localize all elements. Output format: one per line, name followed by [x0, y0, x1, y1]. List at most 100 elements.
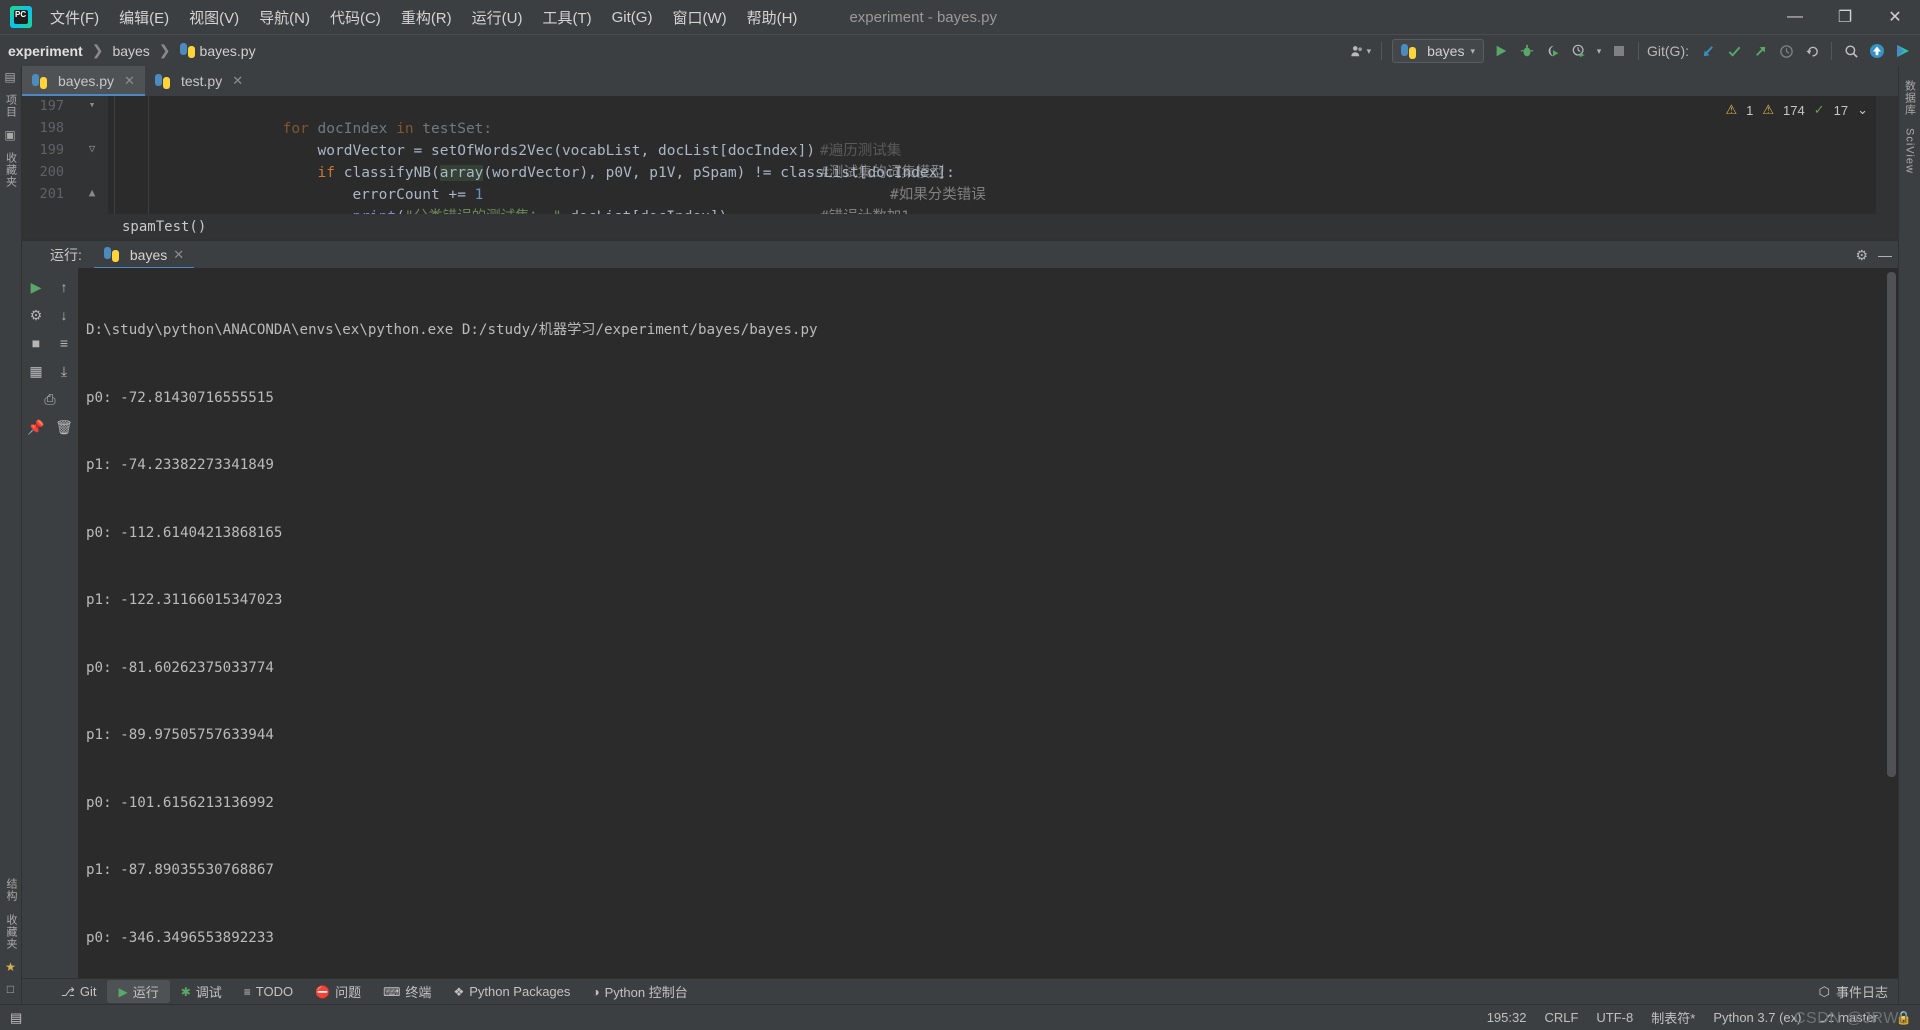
bottom-tab-run[interactable]: ▶ 运行 [107, 980, 170, 1003]
editor-markup-bar[interactable] [1876, 96, 1898, 214]
project-view-icon[interactable]: ▤ [4, 66, 16, 88]
menu-edit[interactable]: 编辑(E) [109, 3, 179, 32]
run-tab-bayes-label: bayes [129, 246, 168, 263]
print-button[interactable]: ⎙ [37, 386, 63, 412]
menu-tools[interactable]: 工具(T) [532, 3, 601, 32]
console-scrollbar[interactable] [1887, 272, 1896, 974]
git-rollback-icon[interactable] [1799, 38, 1825, 64]
soft-wrap-button[interactable]: ≡ [51, 330, 77, 356]
weak-warning-icon: ⚠ [1762, 102, 1775, 117]
file-encoding[interactable]: UTF-8 [1596, 1010, 1633, 1025]
console-scrollbar-thumb[interactable] [1887, 272, 1896, 777]
menu-view[interactable]: 视图(V) [179, 3, 249, 32]
git-history-icon[interactable] [1773, 38, 1799, 64]
bottom-tab-todo[interactable]: ≡ TODO [233, 982, 304, 1001]
scroll-up-button[interactable]: ↑ [51, 274, 77, 300]
line-number: 199 [39, 142, 64, 158]
run-configuration-selector[interactable]: bayes ▾ [1392, 39, 1484, 63]
code-token: "分类错误的测试集： " [405, 209, 562, 214]
line-separator[interactable]: CRLF [1544, 1010, 1578, 1025]
ai-assistant-icon[interactable] [1890, 38, 1916, 64]
editor-tab-test-py[interactable]: test.py ✕ [145, 66, 253, 96]
fold-marker-icon[interactable]: ▽ [86, 142, 98, 155]
code-token: ( [396, 209, 405, 214]
fold-marker-icon[interactable]: ▾ [86, 98, 98, 111]
center-column: bayes.py ✕ test.py ✕ 197 198 199 200 201 [22, 66, 1898, 1004]
sidebar-item-structure[interactable]: 结构 [3, 872, 19, 908]
breadcrumb-bayes[interactable]: bayes [112, 43, 149, 59]
settings-button[interactable]: ⚙ [23, 302, 49, 328]
sidebar-item-database[interactable]: 数据库 [1902, 74, 1918, 122]
pin-button[interactable]: 📌 [23, 414, 49, 440]
menu-window[interactable]: 窗口(W) [662, 3, 736, 32]
indent-setting[interactable]: 制表符* [1651, 1008, 1695, 1027]
chevron-down-icon[interactable]: ⌄ [1857, 102, 1868, 118]
star-icon[interactable]: ★ [5, 956, 17, 978]
menu-run[interactable]: 运行(U) [462, 3, 533, 32]
run-console-output[interactable]: D:\study\python\ANACONDA\envs\ex\python.… [78, 268, 1898, 978]
updates-icon[interactable] [1864, 38, 1890, 64]
editor-gutter[interactable]: 197 198 199 200 201 ▾ ▽ ▲ [22, 96, 108, 214]
profile-caret-icon[interactable]: ▾ [1592, 38, 1606, 64]
git-update-icon[interactable] [1695, 38, 1721, 64]
sidebar-item-project[interactable]: 项目 [3, 88, 19, 124]
editor-tab-bayes-py[interactable]: bayes.py ✕ [22, 66, 145, 96]
profile-icon[interactable] [1566, 38, 1592, 64]
clear-all-button[interactable]: 🗑 [51, 414, 77, 440]
git-commit-icon[interactable] [1721, 38, 1747, 64]
minimize-panel-icon[interactable]: — [1878, 247, 1892, 263]
close-icon[interactable]: ✕ [232, 73, 243, 89]
scroll-down-button[interactable]: ↓ [51, 302, 77, 328]
debug-icon[interactable] [1514, 38, 1540, 64]
right-tool-strip: 数据库 SciView [1898, 66, 1920, 1004]
python-file-icon [32, 73, 47, 89]
coverage-icon[interactable] [1540, 38, 1566, 64]
sidebar-item-favorites[interactable]: 收藏夹 [3, 146, 19, 194]
minimize-button[interactable]: — [1770, 0, 1820, 34]
close-button[interactable]: ✕ [1870, 0, 1920, 34]
sidebar-item-bookmarks[interactable]: 收藏夹 [3, 908, 19, 956]
fold-marker-icon[interactable]: ▲ [86, 186, 98, 199]
run-icon[interactable] [1488, 38, 1514, 64]
menu-refactor[interactable]: 重构(R) [391, 3, 462, 32]
event-log-button[interactable]: ⬡ 事件日志 [1819, 982, 1888, 1001]
bottom-tab-python-console[interactable]: ◑ Python 控制台 [581, 980, 698, 1003]
breadcrumb-experiment[interactable]: experiment [8, 43, 83, 59]
grid-button[interactable]: ▦ [23, 358, 49, 384]
run-tab-bayes[interactable]: bayes ✕ [93, 241, 195, 269]
bottom-tab-problems[interactable]: ⛔ 问题 [304, 980, 372, 1003]
user-account-icon[interactable]: ▾ [1346, 38, 1376, 64]
caret-position[interactable]: 195:32 [1487, 1010, 1527, 1025]
menu-code[interactable]: 代码(C) [320, 3, 391, 32]
code-text-area[interactable]: for docIndex in testSet: #遍历测试集 wordVect… [108, 96, 1898, 214]
sidebar-item-sciview[interactable]: SciView [1904, 122, 1916, 180]
status-bar-menu-icon[interactable]: ▤ [10, 1008, 33, 1028]
menu-git[interactable]: Git(G) [602, 5, 663, 30]
menu-help[interactable]: 帮助(H) [737, 3, 808, 32]
search-everywhere-icon[interactable] [1838, 38, 1864, 64]
git-push-icon[interactable] [1747, 38, 1773, 64]
bottom-tab-python-packages[interactable]: ❖ Python Packages [442, 982, 581, 1001]
structure-icon[interactable]: ▣ [4, 124, 16, 146]
stop-button[interactable]: ■ [23, 330, 49, 356]
inspection-widget[interactable]: ⚠ 1 ⚠ 174 ✓ 17 ⌄ [1725, 102, 1868, 118]
bottom-tab-git[interactable]: ⎇ Git [50, 982, 107, 1001]
menu-navigate[interactable]: 导航(N) [249, 3, 320, 32]
python-file-icon [154, 73, 170, 89]
weak-warning-count: 174 [1783, 102, 1805, 118]
python-file-icon [179, 43, 195, 58]
code-editor[interactable]: 197 198 199 200 201 ▾ ▽ ▲ for docIndex i… [22, 96, 1898, 214]
python-interpreter[interactable]: Python 3.7 (ex) [1713, 1010, 1801, 1025]
maximize-button[interactable]: ❐ [1820, 0, 1870, 34]
bottom-tab-terminal[interactable]: ⌨ 终端 [372, 980, 442, 1003]
close-icon[interactable]: ✕ [124, 73, 135, 89]
gear-icon[interactable]: ⚙ [1855, 247, 1868, 264]
terminal-strip-icon[interactable]: □ [7, 978, 15, 1000]
scroll-to-end-button[interactable]: ⤓ [51, 358, 77, 384]
close-icon[interactable]: ✕ [173, 247, 184, 263]
rerun-button[interactable]: ▶ [23, 274, 49, 300]
stop-icon[interactable] [1606, 38, 1632, 64]
breadcrumb-bayes-py[interactable]: bayes.py [179, 43, 256, 59]
menu-file[interactable]: 文件(F) [40, 3, 109, 32]
bottom-tab-debug[interactable]: ✱ 调试 [170, 980, 233, 1003]
